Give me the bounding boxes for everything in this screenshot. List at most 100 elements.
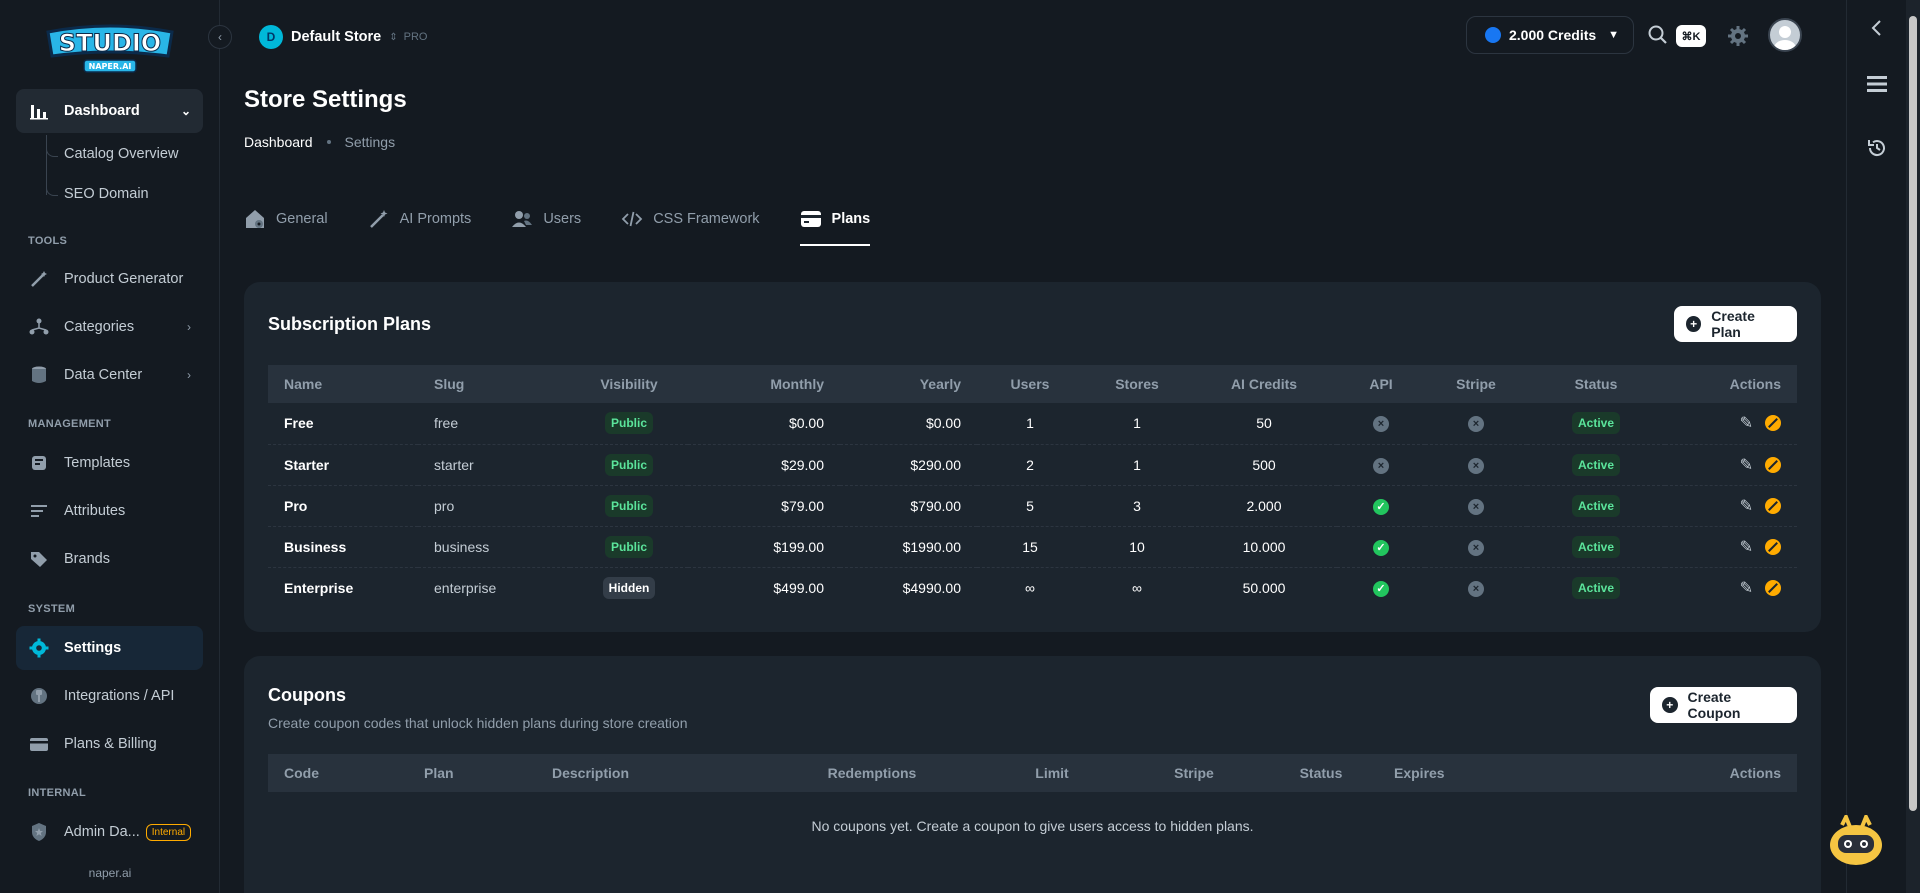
plan-ai-credits: 50 <box>1191 403 1337 445</box>
check-circle-icon: ✓ <box>1373 539 1389 556</box>
disable-ban-icon[interactable] <box>1765 456 1781 473</box>
internal-badge: Internal <box>145 823 192 841</box>
table-row: Enterprise enterprise Hidden $499.00 $4990.0… <box>268 567 1797 608</box>
check-circle-icon: ✓ <box>1373 498 1389 515</box>
sidebar-item-admin-dashboard[interactable]: Admin Da... Internal <box>16 810 203 854</box>
settings-tabs: General AI Prompts Users CSS Framework P… <box>244 204 910 246</box>
edit-pencil-icon[interactable]: ✎ <box>1740 455 1753 475</box>
disable-ban-icon[interactable] <box>1765 415 1781 432</box>
plan-label: PRO <box>403 31 428 43</box>
plan-stores: ∞ <box>1132 579 1142 596</box>
layers-list-icon[interactable] <box>1865 72 1889 96</box>
tab-label: Users <box>543 211 582 227</box>
history-icon[interactable] <box>1865 136 1889 160</box>
credits-button[interactable]: 2.000 Credits ▼ <box>1466 16 1634 54</box>
sidebar-item-label: Plans & Billing <box>64 736 157 752</box>
sidebar-item-brands[interactable]: Brands <box>16 537 203 581</box>
sidebar-item-product-generator[interactable]: Product Generator <box>16 257 203 301</box>
credit-card-icon <box>800 211 821 227</box>
tree-branch <box>46 186 58 196</box>
list-icon <box>28 500 50 522</box>
button-label: Create Coupon <box>1687 689 1741 721</box>
column-header: Users <box>1010 376 1050 392</box>
visibility-badge: Public <box>604 453 653 476</box>
plan-api: ✓ <box>1337 567 1425 608</box>
column-header: Stripe <box>1174 765 1214 781</box>
table-header-row: Name Slug Visibility Monthly Yearly User… <box>268 365 1797 403</box>
sidebar-item-catalog-overview[interactable]: Catalog Overview <box>64 146 178 162</box>
column-header: Slug <box>434 376 465 392</box>
x-circle-icon: × <box>1468 539 1484 556</box>
studio-logo[interactable]: STUDIO NAPER.AI <box>44 18 176 76</box>
breadcrumb: Dashboard Settings <box>244 134 395 150</box>
column-header: Monthly <box>770 376 824 392</box>
plan-users: 5 <box>977 485 1083 527</box>
table-row: Free free Public $0.00 $0.00 1 1 50 × × Active ✎ <box>268 403 1797 445</box>
users-icon <box>512 211 533 227</box>
sidebar-item-label: Data Center <box>64 367 143 383</box>
chevron-left-icon[interactable] <box>1865 16 1889 40</box>
sidebar-item-label: Brands <box>64 551 110 567</box>
tab-label: Plans <box>831 211 871 227</box>
column-header: Actions <box>1729 765 1781 781</box>
section-label-system: SYSTEM <box>28 603 76 615</box>
plus-circle-icon: + <box>1662 697 1678 713</box>
column-header: Actions <box>1729 376 1781 392</box>
tab-label: AI Prompts <box>399 211 472 227</box>
status-badge: Active <box>1571 576 1621 599</box>
edit-pencil-icon[interactable]: ✎ <box>1740 578 1753 598</box>
sidebar-footer: naper.ai <box>88 866 132 880</box>
plan-stores: 10 <box>1083 526 1191 568</box>
sidebar: STUDIO NAPER.AI Dashboard ⌄ Catalog Over… <box>0 0 220 893</box>
plan-name: Business <box>268 526 418 568</box>
sidebar-item-plans-billing[interactable]: Plans & Billing <box>16 722 203 766</box>
section-label-management: MANAGEMENT <box>28 418 112 430</box>
scrollbar[interactable] <box>1906 0 1920 893</box>
search-icon[interactable] <box>1647 24 1669 46</box>
collapse-sidebar-button[interactable]: ‹ <box>208 25 232 49</box>
scrollbar-thumb[interactable] <box>1909 16 1917 811</box>
edit-pencil-icon[interactable]: ✎ <box>1740 413 1753 433</box>
disable-ban-icon[interactable] <box>1765 579 1781 596</box>
sidebar-item-dashboard[interactable]: Dashboard ⌄ <box>16 89 203 133</box>
settings-gear-icon[interactable] <box>1727 25 1749 47</box>
tab-users[interactable]: Users <box>511 204 581 234</box>
sidebar-item-settings[interactable]: Settings <box>16 626 203 670</box>
chevron-right-icon: › <box>187 368 191 382</box>
row-actions: ✎ <box>1740 455 1781 475</box>
row-actions: ✎ <box>1740 496 1781 516</box>
sidebar-item-attributes[interactable]: Attributes <box>16 489 203 533</box>
sidebar-item-data-center[interactable]: Data Center › <box>16 353 203 397</box>
plan-monthly: $79.00 <box>688 485 840 527</box>
sidebar-item-categories[interactable]: Categories › <box>16 305 203 349</box>
user-avatar[interactable] <box>1768 18 1802 52</box>
plan-monthly: $499.00 <box>773 579 824 596</box>
tab-ai-prompts[interactable]: AI Prompts <box>368 204 472 234</box>
assistant-mascot-icon[interactable] <box>1826 815 1886 867</box>
shortcut-badge[interactable]: ⌘K <box>1676 25 1706 47</box>
sidebar-item-templates[interactable]: Templates <box>16 441 203 485</box>
plan-yearly: $790.00 <box>840 485 977 527</box>
plan-users: 15 <box>977 526 1083 568</box>
edit-pencil-icon[interactable]: ✎ <box>1740 496 1753 516</box>
tab-css-framework[interactable]: CSS Framework <box>621 204 760 234</box>
edit-pencil-icon[interactable]: ✎ <box>1740 537 1753 557</box>
chevron-right-icon: › <box>187 320 191 334</box>
store-avatar: D <box>259 25 283 49</box>
create-plan-button[interactable]: + Create Plan <box>1674 306 1797 342</box>
plan-ai-credits: 10.000 <box>1191 526 1337 568</box>
plan-stripe: × <box>1425 526 1527 568</box>
tab-general[interactable]: General <box>244 204 328 234</box>
plan-stripe: × <box>1425 567 1527 608</box>
check-circle-icon: ✓ <box>1373 580 1389 597</box>
sidebar-item-seo-domain[interactable]: SEO Domain <box>64 186 149 202</box>
store-switcher[interactable]: D Default Store ⇕ PRO <box>259 25 427 49</box>
breadcrumb-dashboard[interactable]: Dashboard <box>244 134 313 150</box>
create-coupon-button[interactable]: + Create Coupon <box>1650 687 1797 723</box>
column-header: AI Credits <box>1230 376 1298 392</box>
disable-ban-icon[interactable] <box>1765 497 1781 514</box>
tab-plans[interactable]: Plans <box>799 204 871 246</box>
disable-ban-icon[interactable] <box>1765 538 1781 555</box>
magic-wand-icon <box>28 268 50 290</box>
sidebar-item-integrations[interactable]: Integrations / API <box>16 674 203 718</box>
